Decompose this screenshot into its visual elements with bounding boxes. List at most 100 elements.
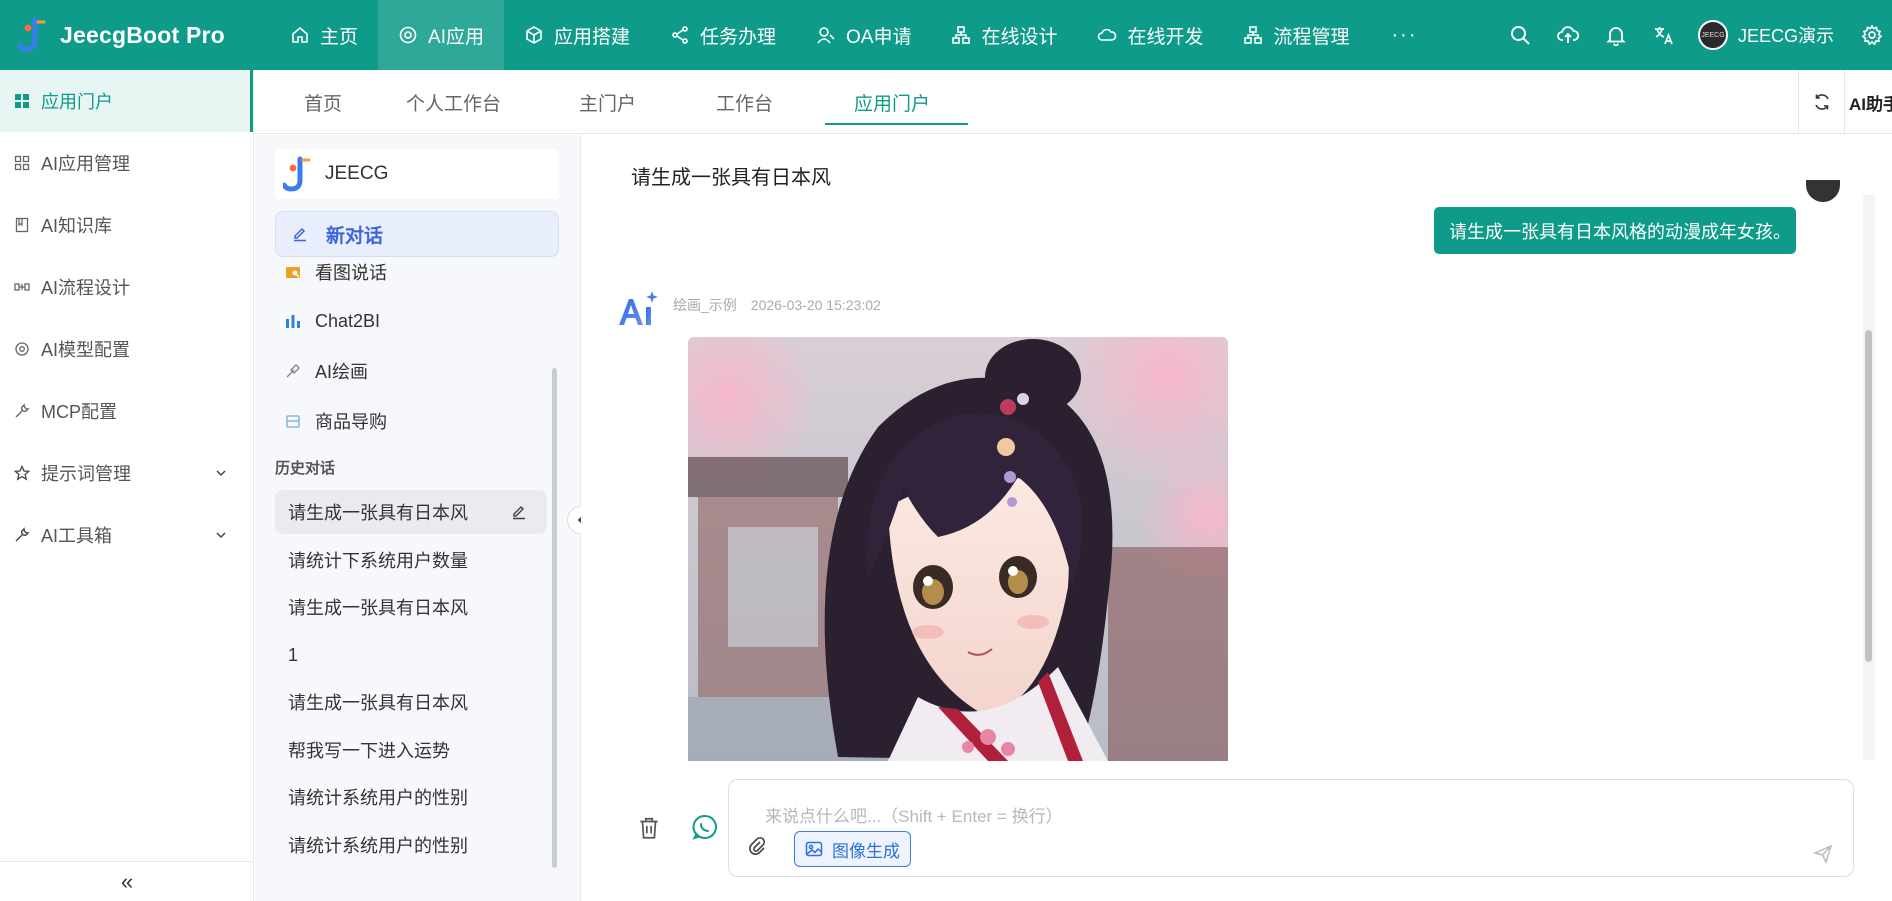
app-title: JeecgBoot Pro — [60, 21, 225, 48]
sidebar-item-ai-model[interactable]: AI模型配置 — [0, 318, 253, 380]
app-logo[interactable]: JeecgBoot Pro — [0, 0, 270, 70]
sidebar-item-ai-app-manage[interactable]: AI应用管理 — [0, 132, 253, 194]
tab-personal-workbench[interactable]: 个人工作台 — [406, 70, 501, 134]
anime-girl-illustration — [688, 337, 1228, 761]
sidebar-collapse-button[interactable]: « — [0, 861, 254, 901]
chat-scrollbar[interactable] — [1865, 330, 1872, 662]
history-item[interactable]: 请生成一张具有日本风 — [275, 585, 547, 629]
quick-item-label: 看图说话 — [315, 263, 387, 283]
task-icon — [672, 26, 688, 44]
active-tab-indicator — [825, 123, 968, 125]
topnav-item-ai-app[interactable]: AI应用 — [378, 0, 504, 70]
chat-list-panel: JEECG 新对话 看图说话 Chat2BI AI绘画 商品导购 历史对话 请生… — [255, 135, 581, 901]
topnav-label: 在线开发 — [1127, 26, 1204, 48]
chat-area: 请生成一张具有日本风 请生成一张具有日本风格的动漫成年女孩。 绘画_示例 2026… — [581, 135, 1892, 901]
sidebar-item-ai-flow[interactable]: AI流程设计 — [0, 256, 253, 318]
topnav-more-button[interactable]: ··· — [1370, 0, 1440, 70]
tool-icon — [15, 527, 30, 542]
gear-icon — [15, 342, 29, 356]
chat-input-box[interactable]: 来说点什么吧...（Shift + Enter = 换行） 图像生成 — [728, 779, 1854, 877]
topnav-item-design[interactable]: 在线设计 — [931, 0, 1077, 70]
ai-message-meta: 绘画_示例 2026-03-20 15:23:02 — [673, 295, 895, 315]
topnav-item-oa[interactable]: OA申请 — [796, 0, 931, 70]
tab-workbench[interactable]: 工作台 — [716, 70, 773, 134]
image-generation-button[interactable]: 图像生成 — [794, 831, 911, 867]
quick-item-shopping-guide[interactable]: 商品导购 — [285, 406, 387, 436]
user-avatar[interactable]: JEECG — [1697, 20, 1728, 50]
user-message-bubble: 请生成一张具有日本风格的动漫成年女孩。 — [1434, 207, 1796, 254]
sidebar-item-label: AI流程设计 — [41, 278, 131, 298]
ai-assistant-tab[interactable]: AI助手 — [1844, 70, 1892, 134]
apps-icon — [14, 155, 30, 171]
shop-icon — [286, 415, 300, 428]
chat-input-placeholder[interactable]: 来说点什么吧...（Shift + Enter = 换行） — [765, 802, 1063, 827]
settings-button[interactable] — [1852, 0, 1892, 70]
sidebar-item-ai-toolbox[interactable]: AI工具箱 — [0, 504, 253, 566]
topnav-item-task[interactable]: 任务办理 — [650, 0, 796, 70]
edit-icon[interactable] — [511, 504, 527, 520]
history-item[interactable]: 请生成一张具有日本风 — [275, 490, 547, 534]
language-button[interactable] — [1640, 0, 1688, 70]
top-nav-menu: 主页 AI应用 应用搭建 任务办理 OA申请 在线设计 在线开发 流程管理 ··… — [270, 0, 1439, 70]
quick-item-image-chat[interactable]: 看图说话 — [285, 257, 387, 287]
history-item-label: 请统计系统用户的性别 — [288, 788, 468, 808]
chat-app-name: JEECG — [325, 163, 389, 184]
history-item[interactable]: 请统计系统用户的性别 — [275, 775, 547, 819]
image-chat-icon — [286, 267, 300, 278]
history-item[interactable]: 请生成一张具有日本风 — [275, 680, 547, 724]
topnav-item-dev[interactable]: 在线开发 — [1077, 0, 1223, 70]
tab-home[interactable]: 首页 — [304, 70, 342, 134]
upload-button[interactable] — [1544, 0, 1592, 70]
star-icon — [14, 465, 30, 481]
sidebar-item-mcp[interactable]: MCP配置 — [0, 380, 253, 442]
paperclip-icon[interactable] — [747, 836, 767, 856]
notification-button[interactable] — [1592, 0, 1640, 70]
history-item-label: 请生成一张具有日本风 — [288, 693, 468, 713]
quick-item-label: AI绘画 — [315, 362, 369, 382]
search-button[interactable] — [1496, 0, 1544, 70]
translate-icon — [1654, 27, 1673, 45]
generated-image[interactable] — [688, 337, 1228, 761]
trash-icon[interactable] — [636, 815, 662, 841]
quick-item-chat2bi[interactable]: Chat2BI — [285, 306, 380, 336]
history-scrollbar[interactable] — [552, 368, 557, 868]
chat-title: 请生成一张具有日本风 — [631, 167, 831, 189]
home-icon — [292, 26, 308, 43]
quick-item-label: Chat2BI — [315, 310, 381, 331]
ai-avatar-icon — [619, 291, 658, 325]
history-item-label: 请生成一张具有日本风 — [288, 598, 468, 618]
sidebar-item-prompt-manage[interactable]: 提示词管理 — [0, 442, 253, 504]
user-name[interactable]: JEECG演示 — [1738, 22, 1834, 48]
topnav-item-flow[interactable]: 流程管理 — [1223, 0, 1369, 70]
topnav-item-home[interactable]: 主页 — [270, 0, 378, 70]
flow-icon — [1244, 26, 1263, 44]
send-icon[interactable] — [1813, 844, 1833, 864]
history-item-label: 请统计系统用户的性别 — [288, 836, 468, 856]
sidebar-item-app-portal[interactable]: 应用门户 — [0, 70, 253, 132]
history-item[interactable]: 1 — [275, 633, 547, 677]
design-icon — [952, 26, 971, 44]
sidebar-item-label: AI工具箱 — [41, 526, 113, 546]
tab-main-portal[interactable]: 主门户 — [579, 70, 636, 134]
history-item-label: 请统计下系统用户数量 — [288, 551, 468, 571]
chat-app-header: JEECG — [275, 149, 559, 199]
refresh-button[interactable] — [1798, 70, 1844, 134]
topnav-item-app-build[interactable]: 应用搭建 — [504, 0, 650, 70]
sidebar-item-label: AI模型配置 — [41, 340, 131, 360]
sidebar-item-ai-knowledge[interactable]: AI知识库 — [0, 194, 253, 256]
image-icon — [805, 841, 823, 857]
chat-bubble-icon[interactable] — [691, 813, 719, 841]
history-item[interactable]: 请统计下系统用户数量 — [275, 538, 547, 582]
jeecg-logo-icon — [18, 18, 46, 52]
paint-icon — [286, 364, 300, 378]
topnav-label: AI应用 — [428, 26, 484, 48]
history-item-label: 请生成一张具有日本风 — [288, 503, 468, 523]
top-right-toolbar: JEECG JEECG演示 — [1496, 0, 1892, 70]
history-item[interactable]: 请统计系统用户的性别 — [275, 823, 547, 867]
quick-item-ai-paint[interactable]: AI绘画 — [285, 356, 368, 386]
history-item[interactable]: 帮我写一下进入运势 — [275, 728, 547, 772]
topnav-label: 在线设计 — [981, 26, 1058, 48]
jeecg-logo-icon — [283, 156, 311, 192]
new-chat-button[interactable]: 新对话 — [275, 211, 559, 257]
chevron-down-icon — [216, 470, 226, 477]
